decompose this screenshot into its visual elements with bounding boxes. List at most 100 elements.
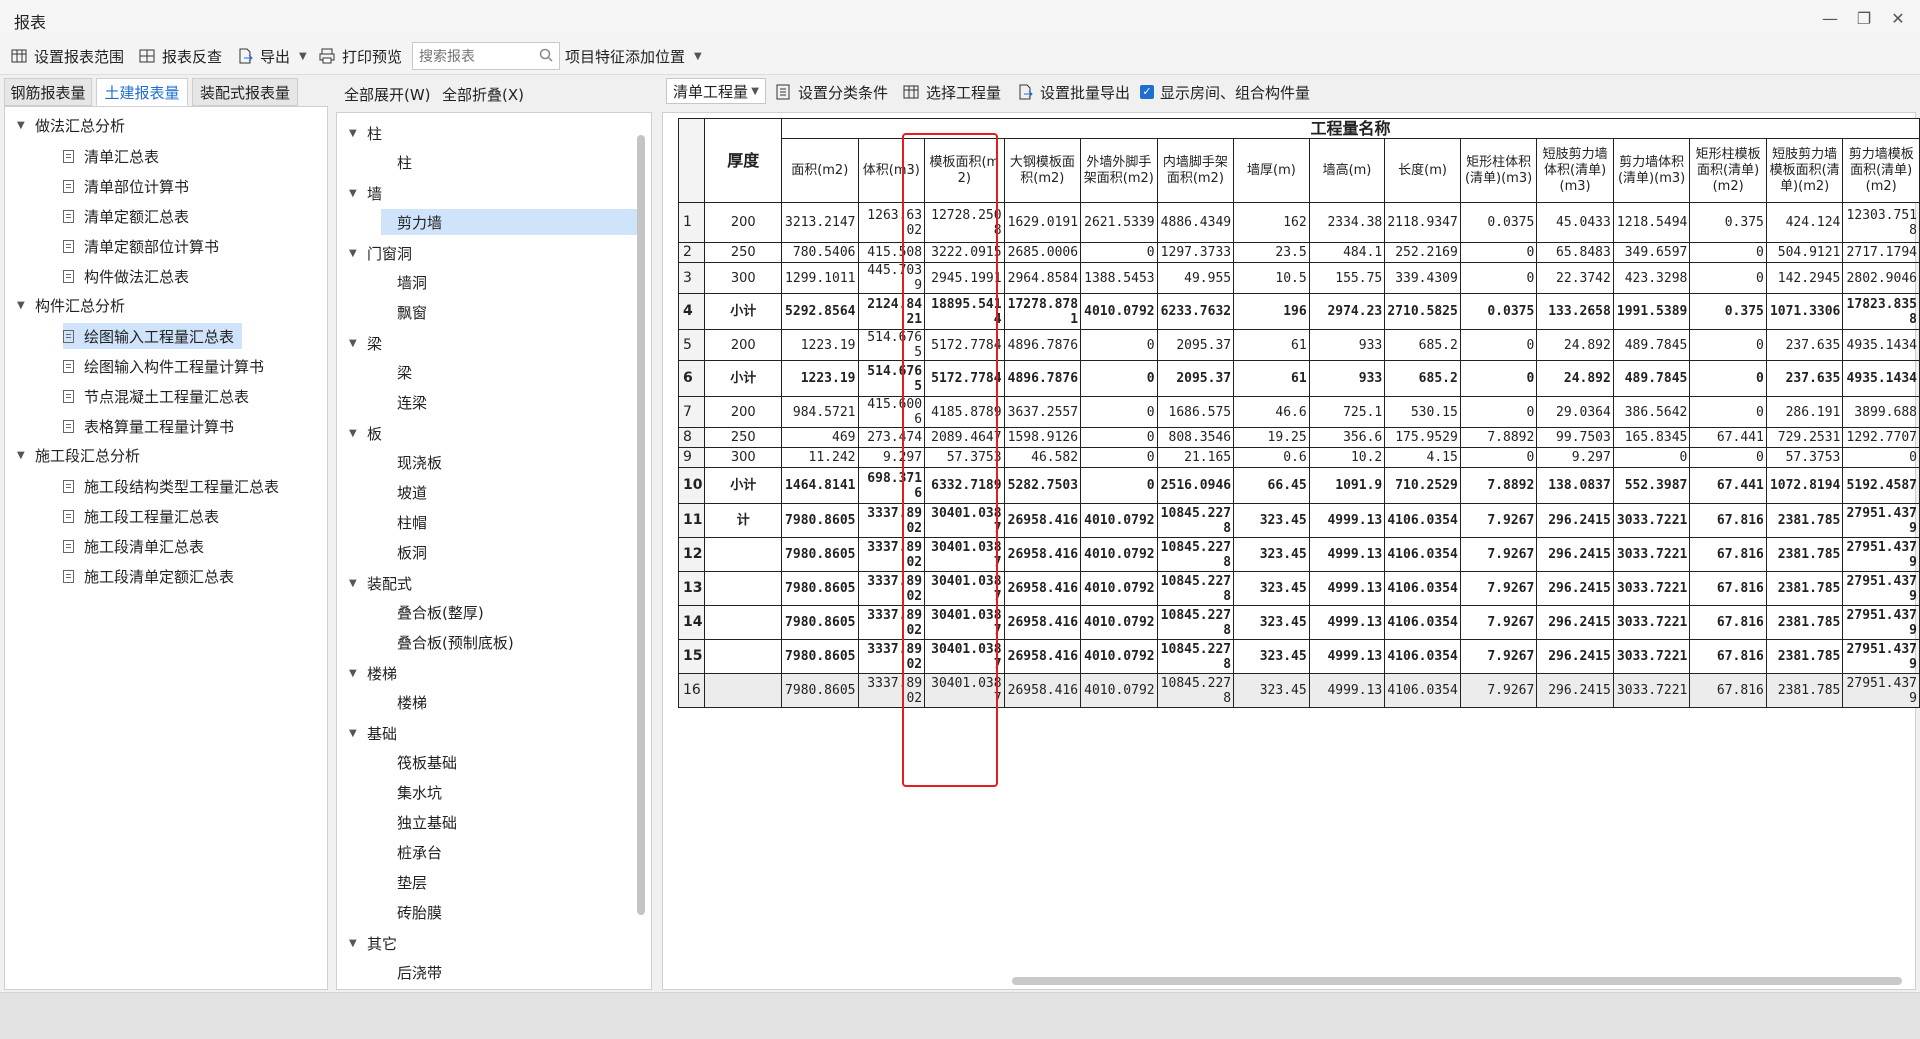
tree-item-selected[interactable]: 剪力墙: [381, 209, 645, 235]
quantity-type-select[interactable]: 清单工程量 ▼: [666, 78, 766, 104]
value-cell[interactable]: 4896.7876: [1003, 329, 1082, 361]
value-cell[interactable]: 4010.0792: [1080, 503, 1158, 538]
tree-item[interactable]: 墙洞: [389, 269, 427, 295]
value-cell[interactable]: 0: [1689, 242, 1767, 263]
value-cell[interactable]: 1218.5494: [1612, 202, 1691, 243]
value-cell[interactable]: 7.9267: [1459, 503, 1538, 538]
value-cell[interactable]: 484.1: [1308, 242, 1386, 263]
table-row[interactable]: 6 小计 1223.19 514.6765 5172.7784 4896.7876 0 209…: [677, 360, 1920, 397]
value-cell[interactable]: 237.635: [1765, 360, 1844, 397]
value-cell[interactable]: 10845.2278: [1156, 673, 1235, 708]
tree-item[interactable]: 构件做法汇总表: [63, 263, 197, 289]
value-cell[interactable]: 5172.7784: [924, 360, 1005, 397]
value-cell[interactable]: 45.0433: [1536, 202, 1614, 243]
tree-item[interactable]: 清单部位计算书: [63, 173, 197, 199]
table-row[interactable]: 5 200 1223.19 514.6765 5172.7784 4896.7876 0 20…: [677, 329, 1920, 361]
value-cell[interactable]: 0: [1080, 427, 1158, 448]
value-cell[interactable]: 67.816: [1689, 605, 1767, 640]
tree-item[interactable]: 现浇板: [389, 449, 442, 475]
tree-group-prefab[interactable]: ▼ 装配式: [349, 573, 412, 594]
value-cell[interactable]: 2621.5339: [1080, 202, 1158, 243]
table-row[interactable]: 3 300 1299.1011 445.7039 2945.1991 2964.8584 1…: [677, 262, 1920, 294]
value-cell[interactable]: 4106.0354: [1384, 503, 1461, 538]
value-cell[interactable]: 27951.4379: [1842, 503, 1920, 538]
tree-item[interactable]: 施工段清单定额汇总表: [63, 563, 242, 589]
value-cell[interactable]: 22.3742: [1536, 262, 1614, 294]
value-cell[interactable]: 0: [1459, 396, 1538, 428]
value-cell[interactable]: 30401.0387: [924, 639, 1005, 674]
value-cell[interactable]: 2334.38: [1308, 202, 1386, 243]
value-cell[interactable]: 489.7845: [1612, 329, 1691, 361]
value-cell[interactable]: 7.9267: [1459, 673, 1538, 708]
value-cell[interactable]: 2710.5825: [1384, 293, 1461, 330]
value-cell[interactable]: 2802.9046: [1842, 262, 1920, 294]
value-cell[interactable]: 286.191: [1765, 396, 1844, 428]
value-cell[interactable]: 1991.5389: [1612, 293, 1691, 330]
value-cell[interactable]: 710.2529: [1384, 467, 1461, 504]
value-cell[interactable]: 155.75: [1308, 262, 1386, 294]
tree-group-beam[interactable]: ▼ 梁: [349, 333, 382, 354]
tab-civil-report[interactable]: 土建报表量: [96, 78, 188, 106]
value-cell[interactable]: 4999.13: [1308, 537, 1386, 572]
value-cell[interactable]: 489.7845: [1612, 360, 1691, 397]
value-cell[interactable]: 423.3298: [1612, 262, 1691, 294]
tab-prefab-report[interactable]: 装配式报表量: [192, 78, 298, 106]
value-cell[interactable]: 165.8345: [1612, 427, 1691, 448]
value-cell[interactable]: 3637.2557: [1003, 396, 1082, 428]
value-cell[interactable]: 18895.5414: [924, 293, 1005, 330]
value-cell[interactable]: 2124.8421: [857, 293, 926, 330]
select-quantity-button[interactable]: 选择工程量: [902, 76, 1001, 108]
expand-triangle-icon[interactable]: ▼: [349, 668, 359, 679]
value-cell[interactable]: 4185.8789: [924, 396, 1005, 428]
value-cell[interactable]: 729.2531: [1765, 427, 1844, 448]
value-cell[interactable]: 504.9121: [1765, 242, 1844, 263]
value-cell[interactable]: 67.441: [1689, 467, 1767, 504]
value-cell[interactable]: 7.8892: [1459, 427, 1538, 448]
expand-triangle-icon[interactable]: ▼: [349, 938, 359, 949]
value-cell[interactable]: 7980.8605: [780, 503, 859, 538]
value-cell[interactable]: 933: [1308, 360, 1386, 397]
value-cell[interactable]: 933: [1308, 329, 1386, 361]
value-cell[interactable]: 4896.7876: [1003, 360, 1082, 397]
tree-item[interactable]: 节点混凝土工程量汇总表: [63, 383, 257, 409]
value-cell[interactable]: 2095.37: [1156, 329, 1235, 361]
value-cell[interactable]: 0: [1842, 447, 1920, 468]
value-cell[interactable]: 4106.0354: [1384, 537, 1461, 572]
table-row[interactable]: 13 7980.8605 3337.8902 30401.0387 26958.416 4…: [677, 571, 1920, 606]
tree-item[interactable]: 楼梯: [389, 689, 427, 715]
value-cell[interactable]: 5292.8564: [780, 293, 859, 330]
tree-group-other[interactable]: ▼ 其它: [349, 933, 397, 954]
value-cell[interactable]: 4106.0354: [1384, 571, 1461, 606]
value-cell[interactable]: 7980.8605: [780, 571, 859, 606]
value-cell[interactable]: 162: [1233, 202, 1310, 243]
value-cell[interactable]: 7980.8605: [780, 537, 859, 572]
value-cell[interactable]: 1263.6302: [857, 202, 926, 243]
tree-item[interactable]: 叠合板(整厚): [389, 599, 484, 625]
value-cell[interactable]: 10.2: [1308, 447, 1386, 468]
tree-group-openings[interactable]: ▼ 门窗洞: [349, 243, 412, 264]
value-cell[interactable]: 67.816: [1689, 503, 1767, 538]
value-cell[interactable]: 3337.8902: [857, 571, 926, 606]
value-cell[interactable]: 21.165: [1156, 447, 1235, 468]
tree-item[interactable]: 垫层: [389, 869, 427, 895]
value-cell[interactable]: 27951.4379: [1842, 571, 1920, 606]
value-cell[interactable]: 2964.8584: [1003, 262, 1082, 294]
value-cell[interactable]: 4010.0792: [1080, 605, 1158, 640]
value-cell[interactable]: 4886.4349: [1156, 202, 1235, 243]
value-cell[interactable]: 2381.785: [1765, 639, 1844, 674]
value-cell[interactable]: 530.15: [1384, 396, 1461, 428]
value-cell[interactable]: 10845.2278: [1156, 639, 1235, 674]
value-cell[interactable]: 0: [1612, 447, 1691, 468]
value-cell[interactable]: 27951.4379: [1842, 537, 1920, 572]
table-row[interactable]: 1 200 3213.2147 1263.6302 12728.2508 1629.019…: [677, 202, 1920, 243]
value-cell[interactable]: 3033.7221: [1612, 571, 1691, 606]
value-cell[interactable]: 30401.0387: [924, 571, 1005, 606]
value-cell[interactable]: 415.508: [857, 242, 926, 263]
tree-item[interactable]: 后浇带: [389, 959, 442, 985]
value-cell[interactable]: 296.2415: [1536, 571, 1614, 606]
value-cell[interactable]: 1223.19: [780, 360, 859, 397]
value-cell[interactable]: 4106.0354: [1384, 605, 1461, 640]
tree-group-stage-summary[interactable]: ▼ 施工段汇总分析: [17, 445, 140, 466]
value-cell[interactable]: 4999.13: [1308, 605, 1386, 640]
value-cell[interactable]: 4106.0354: [1384, 673, 1461, 708]
